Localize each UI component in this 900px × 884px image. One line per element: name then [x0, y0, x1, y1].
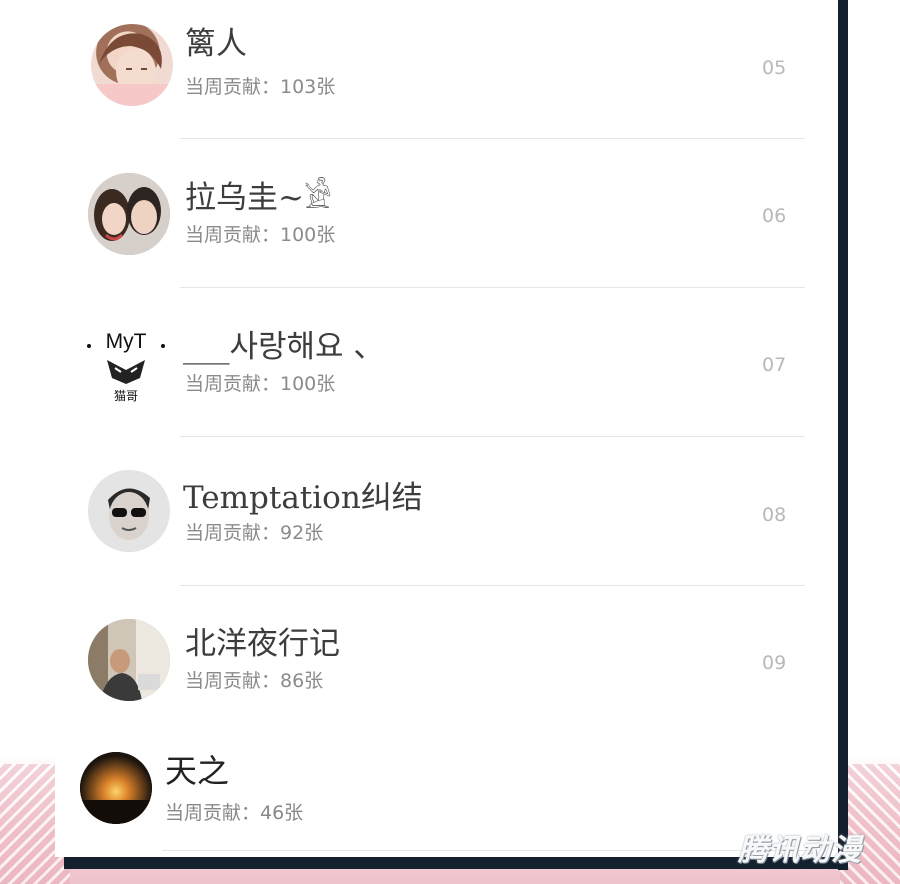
divider [180, 287, 805, 288]
user-name: 拉乌圭~𓀀 [185, 180, 332, 216]
logo-avatar: MyT 猫哥 [87, 330, 165, 403]
avatar-photo [88, 470, 170, 552]
avatar[interactable] [91, 24, 173, 106]
list-item[interactable]: 篱人 当周贡献：103张 05 [55, 0, 838, 148]
avatar[interactable] [80, 752, 152, 824]
avatar-illustration [91, 33, 173, 106]
watermark-logo: 腾讯动漫 [738, 833, 862, 868]
avatar[interactable] [88, 173, 170, 255]
user-name: ___사랑해요 、 [183, 329, 385, 365]
avatar-logo-subtext: 猫哥 [114, 389, 138, 403]
user-name: 篱人 [185, 26, 247, 62]
leaderboard-panel: 篱人 当周贡献：103张 05 拉乌圭~𓀀 当周贡献：100张 06 MyT 猫… [55, 0, 838, 857]
rank-number: 07 [762, 354, 787, 376]
device-frame-bottom [64, 857, 848, 869]
rank-number: 09 [762, 652, 787, 674]
contribution-text: 当周贡献：100张 [185, 373, 336, 395]
user-name: 天之 [165, 752, 230, 790]
contribution-text: 当周贡献：46张 [165, 802, 304, 824]
avatar[interactable]: MyT 猫哥 [85, 322, 167, 404]
list-item[interactable]: 天之 当周贡献：46张 [55, 742, 838, 857]
user-name: 北洋夜行记 [185, 626, 340, 662]
avatar-photo [88, 173, 170, 255]
list-item[interactable]: 拉乌圭~𓀀 当周贡献：100张 06 [55, 148, 838, 296]
divider [180, 436, 805, 437]
avatar-sunset-photo [80, 752, 152, 824]
avatar[interactable] [88, 470, 170, 552]
divider [162, 850, 808, 851]
avatar-photo [88, 619, 170, 701]
rank-number: 08 [762, 504, 787, 526]
contribution-text: 当周贡献：92张 [185, 522, 324, 544]
divider [180, 138, 805, 139]
device-frame-right [838, 0, 848, 870]
rank-number: 06 [762, 205, 787, 227]
list-item[interactable]: MyT 猫哥 ___사랑해요 、 当周贡献：100张 07 [55, 297, 838, 445]
rank-number: 05 [762, 57, 787, 79]
contribution-text: 当周贡献：100张 [185, 224, 336, 246]
divider [180, 585, 805, 586]
list-item[interactable]: Temptation纠结 当周贡献：92张 08 [55, 446, 838, 594]
user-name: Temptation纠结 [183, 480, 423, 516]
avatar-logo-text: MyT [106, 330, 147, 353]
list-item[interactable]: 北洋夜行记 当周贡献：86张 09 [55, 594, 838, 742]
contribution-text: 当周贡献：103张 [185, 76, 336, 98]
contribution-text: 当周贡献：86张 [185, 670, 324, 692]
avatar[interactable] [88, 619, 170, 701]
